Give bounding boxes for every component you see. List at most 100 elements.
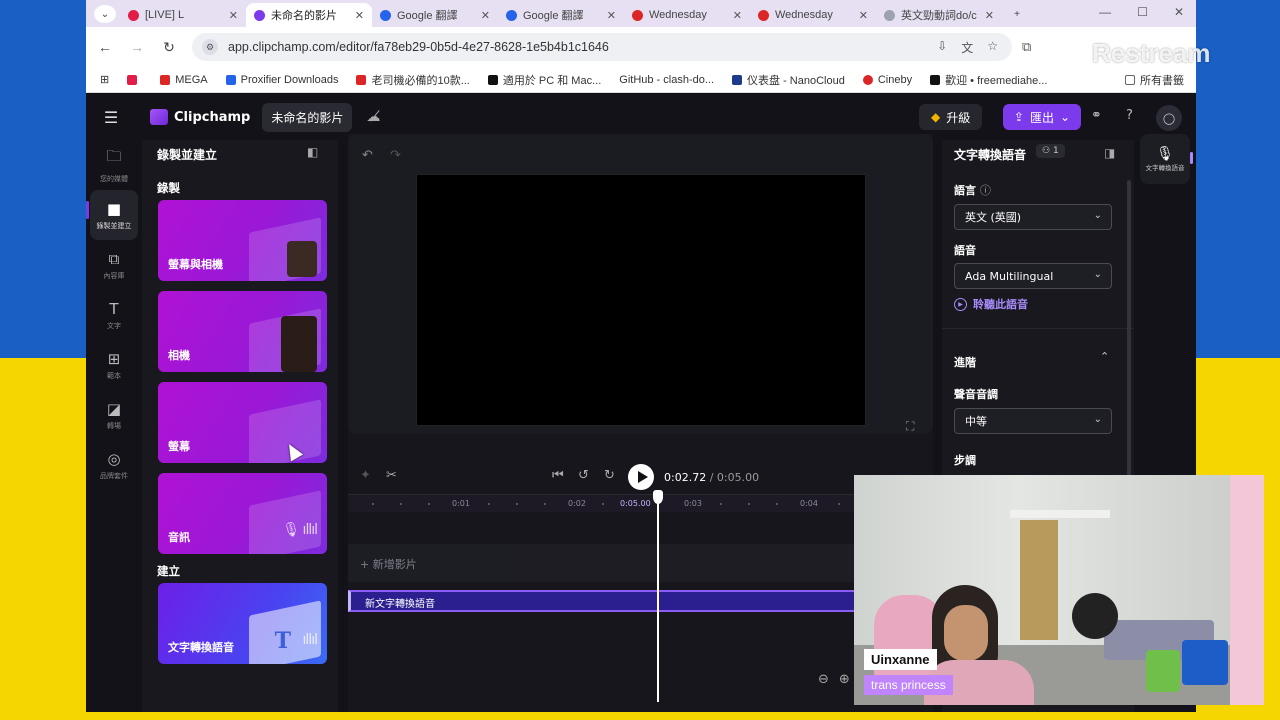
close-window-icon[interactable]: ✕ — [1174, 5, 1184, 19]
collapse-panel-icon[interactable]: ◧ — [307, 145, 318, 159]
redo-icon[interactable]: ↷ — [390, 148, 401, 163]
rail-item-transitions[interactable]: ◪ 轉場 — [86, 390, 142, 440]
video-preview[interactable] — [416, 174, 866, 426]
close-icon[interactable]: ✕ — [481, 9, 490, 22]
camera-card[interactable]: 相機 — [158, 291, 327, 372]
bookmark-item[interactable]: Cineby — [862, 74, 912, 86]
close-icon[interactable]: ✕ — [733, 9, 742, 22]
back-icon[interactable]: ← — [92, 39, 118, 55]
tab-favicon — [632, 9, 643, 21]
skip-back-icon[interactable]: ⏮ — [552, 468, 564, 483]
avatar[interactable]: ◯ — [1156, 105, 1182, 131]
close-icon[interactable]: ✕ — [607, 9, 616, 22]
timeline-ruler[interactable]: 0:01 0:02 0:05.00 0:03 0:04 — [348, 494, 933, 512]
new-tab-button[interactable]: + — [1006, 5, 1028, 23]
playhead[interactable] — [653, 490, 663, 702]
export-button[interactable]: ⇪ 匯出 ⌄ — [1003, 104, 1081, 130]
bookmark-item[interactable]: 歡迎 • freemediahe... — [930, 72, 1047, 88]
tab-3[interactable]: Google 翻譯 ✕ — [498, 3, 624, 27]
tab-6[interactable]: 英文勁動詞do/c ✕ — [876, 3, 1002, 27]
rewind-5-icon[interactable]: ↺ — [578, 468, 589, 483]
install-icon[interactable]: ⇩ — [937, 39, 947, 56]
extensions-icon[interactable]: ⧉ — [1022, 39, 1031, 55]
bookmark-favicon — [160, 74, 171, 85]
audio-card[interactable]: 🎙 ıllıl 音訊 — [158, 473, 327, 554]
close-icon[interactable]: ✕ — [355, 9, 364, 22]
tab-1[interactable]: 未命名的影片 ✕ — [246, 3, 372, 27]
bookmark-item[interactable]: MEGA — [160, 74, 208, 86]
screen-card[interactable]: 螢幕 — [158, 382, 327, 463]
upgrade-button[interactable]: ◆ 升級 — [919, 104, 983, 130]
close-icon[interactable]: ✕ — [985, 9, 994, 22]
rail-item-templates[interactable]: ⊞ 範本 — [86, 340, 142, 390]
panel-scrollbar[interactable] — [1127, 180, 1131, 480]
pitch-select[interactable]: 中等 ⌄ — [954, 408, 1112, 434]
fullscreen-icon[interactable]: ⛶ — [906, 419, 914, 434]
maximize-icon[interactable]: ☐ — [1137, 5, 1148, 19]
streamer-name: Uinxanne — [864, 649, 937, 670]
url-text: app.clipchamp.com/editor/fa78eb29-0b5d-4… — [228, 40, 609, 54]
rail-item-media[interactable]: 🗀 您的媒體 — [86, 140, 142, 190]
star-icon[interactable]: ☆ — [987, 39, 998, 56]
tab-0[interactable]: [LIVE] L ✕ — [120, 3, 246, 27]
close-icon[interactable]: ✕ — [229, 9, 238, 22]
translate-icon[interactable]: 文 — [961, 39, 973, 56]
forward-5-icon[interactable]: ↻ — [604, 468, 615, 483]
tab-search-button[interactable]: ⌄ — [94, 5, 116, 23]
screen-camera-card[interactable]: 螢幕與相機 — [158, 200, 327, 281]
reload-icon[interactable]: ↻ — [156, 39, 182, 56]
rp-title: 文字轉換語音 — [954, 148, 1027, 162]
bookmark-item[interactable]: 適用於 PC 和 Mac... — [487, 72, 601, 88]
undo-icon[interactable]: ↶ — [362, 148, 373, 163]
left-rail: 🗀 您的媒體 ■ 錄製並建立 ⧉ 內容庫 T 文字 ⊞ 範本 ◪ 轉場 ◎ 品牌套件 — [86, 140, 142, 712]
tab-5[interactable]: Wednesday ✕ — [750, 3, 876, 27]
apps-icon[interactable]: ⊞ — [100, 73, 109, 86]
text-to-speech-card[interactable]: Tıllıl 文字轉換語音 — [158, 583, 327, 664]
tab-label: [LIVE] L — [145, 9, 185, 21]
tts-audio-clip[interactable]: 新文字轉換語音 — [348, 590, 933, 612]
rail-item-text[interactable]: T 文字 — [86, 290, 142, 340]
scissors-icon[interactable]: ✂ — [386, 468, 397, 483]
ruler-tick: 0:04 — [800, 499, 818, 508]
advanced-header[interactable]: 進階 — [954, 354, 976, 370]
tts-icon: 🎙 — [1156, 146, 1174, 162]
collapse-panel-icon[interactable]: ◨ — [1104, 146, 1115, 160]
tab-4[interactable]: Wednesday ✕ — [624, 3, 750, 27]
close-icon[interactable]: ✕ — [859, 9, 868, 22]
play-button[interactable] — [628, 464, 654, 490]
listen-voice-link[interactable]: ▶ 聆聽此語音 — [954, 296, 1028, 312]
voice-select[interactable]: Ada Multilingual ⌄ — [954, 263, 1112, 289]
url-field[interactable]: ⚙ app.clipchamp.com/editor/fa78eb29-0b5d… — [192, 33, 1012, 61]
rail-item-record[interactable]: ■ 錄製並建立 — [90, 190, 138, 240]
bookmark-favicon — [356, 74, 367, 85]
person-thumbnail — [281, 316, 317, 372]
tab-2[interactable]: Google 翻譯 ✕ — [372, 3, 498, 27]
brand-kit-icon: ◎ — [107, 449, 121, 468]
preview-area: ↶ ↷ ⛶ — [348, 134, 933, 434]
forward-icon[interactable]: → — [124, 39, 150, 55]
menu-icon[interactable]: ☰ — [86, 108, 136, 127]
rail-item-brand-kit[interactable]: ◎ 品牌套件 — [86, 440, 142, 490]
site-info-icon[interactable]: ⚙ — [202, 39, 218, 55]
text-glyph-icon: T — [274, 628, 291, 654]
share-icon[interactable]: ⚭ — [1091, 108, 1102, 123]
all-bookmarks[interactable]: 所有書籤 — [1125, 72, 1184, 88]
bookmark-item[interactable]: 仪表盘 - NanoCloud — [732, 72, 845, 88]
bookmark-item[interactable] — [127, 74, 142, 85]
zoom-in-icon[interactable]: ⊕ — [839, 672, 850, 687]
media-track-placeholder[interactable]: + 新增影片 — [348, 544, 933, 582]
right-rail-tts[interactable]: 🎙 文字轉換語音 — [1140, 134, 1190, 184]
chevron-up-icon[interactable]: ⌃ — [1100, 350, 1109, 363]
bookmark-item[interactable]: GitHub - clash-do... — [619, 74, 714, 86]
language-select[interactable]: 英文 (英國) ⌄ — [954, 204, 1112, 230]
zoom-out-icon[interactable]: ⊖ — [818, 672, 829, 687]
project-name-field[interactable]: 未命名的影片 — [262, 102, 353, 132]
info-icon[interactable]: ⓘ — [980, 184, 991, 197]
magic-icon[interactable]: ✦ — [360, 468, 371, 483]
rail-item-library[interactable]: ⧉ 內容庫 — [86, 240, 142, 290]
cloud-off-icon[interactable]: ☁̸ — [366, 109, 380, 125]
bookmark-item[interactable]: 老司機必備的10款... — [356, 72, 470, 88]
bookmark-item[interactable]: Proxifier Downloads — [225, 74, 338, 86]
help-icon[interactable]: ? — [1126, 108, 1133, 123]
minimize-icon[interactable]: — — [1099, 5, 1111, 19]
